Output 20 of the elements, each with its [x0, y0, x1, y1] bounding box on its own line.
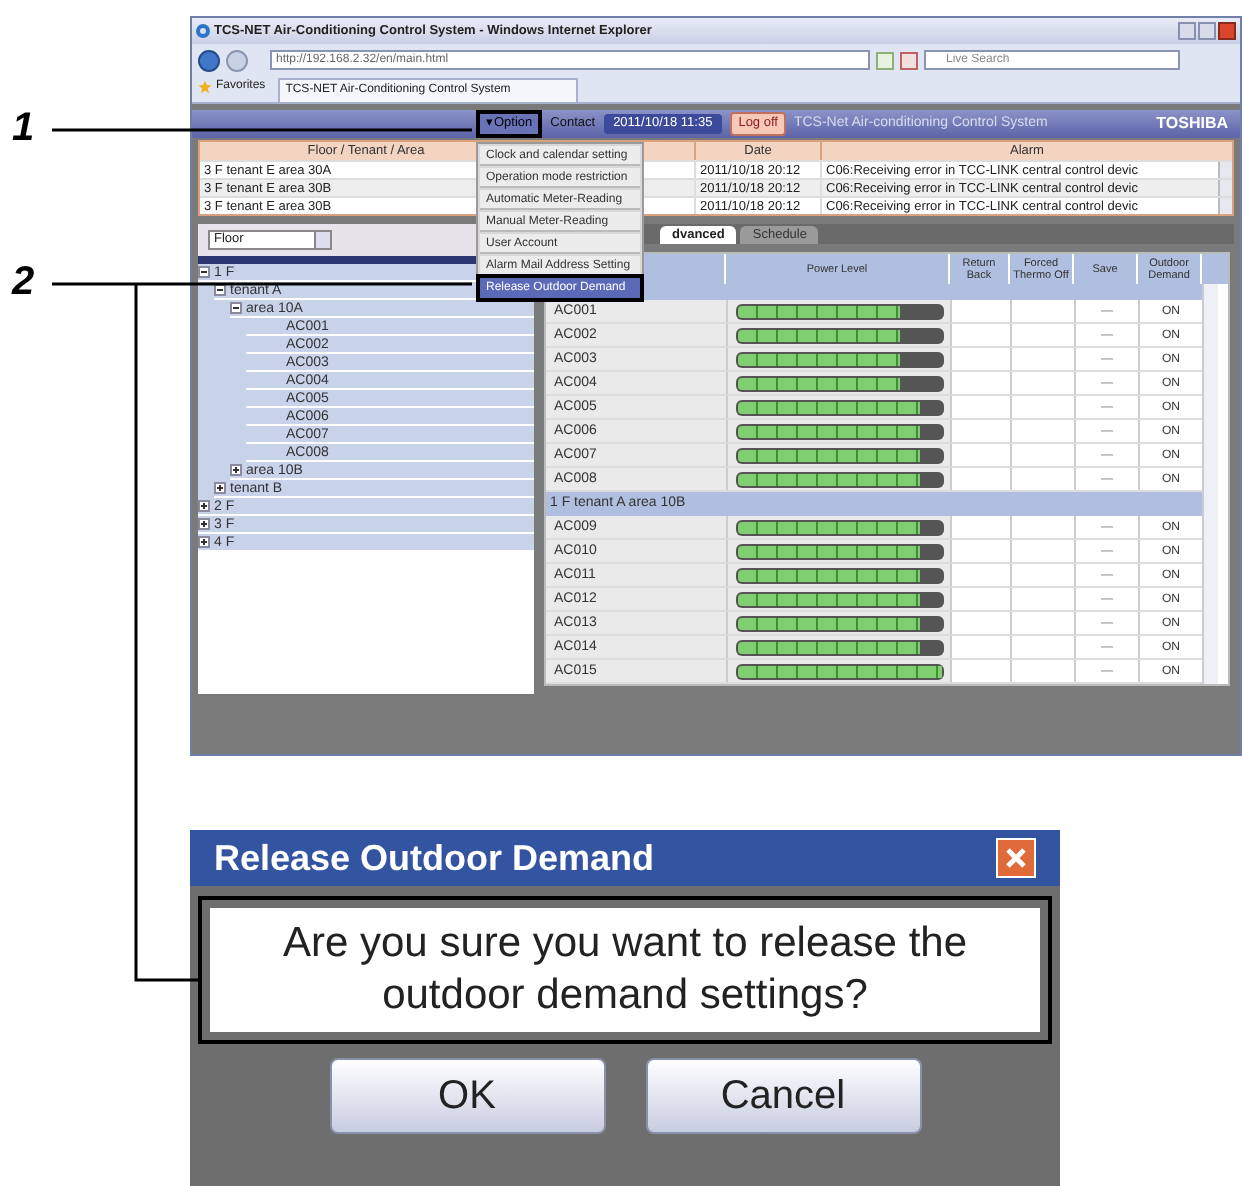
- callout-number: 2: [12, 262, 35, 302]
- dialog-message: Are you sure you want to release the outdoor demand settings?: [210, 908, 1040, 1032]
- collapse-icon[interactable]: [214, 284, 226, 296]
- expand-icon[interactable]: [230, 464, 242, 476]
- browser-logo-icon: [196, 24, 210, 38]
- expand-icon[interactable]: [198, 500, 210, 512]
- expand-icon[interactable]: [198, 536, 210, 548]
- brand-logo: TOSHIBA: [1156, 112, 1228, 136]
- dialog-title: Release Outdoor Demand: [214, 835, 655, 881]
- star-icon: [198, 80, 212, 94]
- callout-number: 1: [12, 108, 35, 148]
- stop-button[interactable]: [900, 51, 918, 69]
- expand-icon[interactable]: [198, 518, 210, 530]
- back-button[interactable]: [198, 49, 220, 71]
- dialog-button[interactable]: OK: [329, 1058, 605, 1134]
- close-icon: [1004, 846, 1028, 870]
- expand-icon[interactable]: [214, 482, 226, 494]
- collapse-icon[interactable]: [198, 266, 210, 278]
- dialog-button[interactable]: Cancel: [645, 1058, 921, 1134]
- collapse-icon[interactable]: [230, 302, 242, 314]
